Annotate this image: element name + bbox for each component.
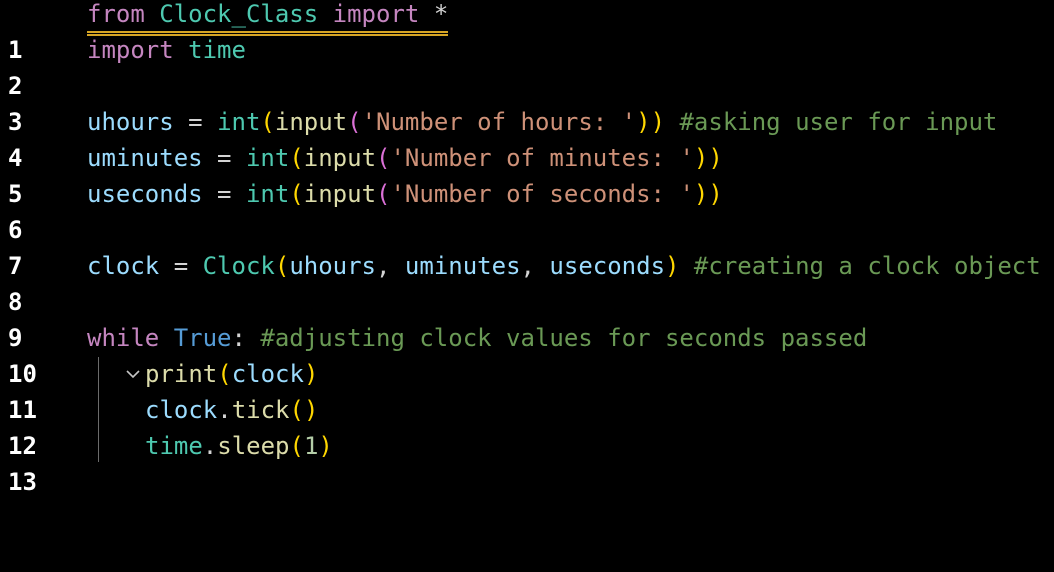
token-bracket: )) xyxy=(693,180,723,208)
token-bracket: ( xyxy=(376,180,391,208)
code-line[interactable]: 12 clock.tick() xyxy=(0,392,1054,460)
code-line[interactable]: 8 clock = Clock(uhours, uminutes, usecon… xyxy=(0,248,1054,316)
line-number[interactable]: 13 xyxy=(8,464,38,500)
token-function: print xyxy=(145,360,218,388)
token-variable: uhours xyxy=(87,108,174,136)
token-bracket: ( xyxy=(347,108,362,136)
token-variable: clock xyxy=(145,396,218,424)
token-module: time xyxy=(145,432,203,460)
token-builtin: int xyxy=(245,144,290,172)
token-function: input xyxy=(274,108,348,136)
token-operator: . xyxy=(217,396,232,424)
token-operator: , xyxy=(376,252,391,280)
token-bracket: ( xyxy=(289,432,304,460)
token-variable: uminutes xyxy=(87,144,203,172)
token-keyword: from xyxy=(87,0,145,28)
code-line[interactable]: 11 print(clock) xyxy=(0,356,1054,424)
token-operator: * xyxy=(433,0,449,28)
token-class: Clock xyxy=(202,252,275,280)
token-operator: = xyxy=(173,252,189,280)
token-operator: , xyxy=(520,252,535,280)
line-code[interactable]: uminutes = int(input('Number of minutes:… xyxy=(87,140,723,176)
token-string: 'Number of hours: ' xyxy=(361,108,637,136)
code-line[interactable]: 7 xyxy=(0,212,1054,280)
line-code[interactable]: clock.tick() xyxy=(145,392,318,428)
token-variable: useconds xyxy=(549,252,666,280)
token-bracket: )) xyxy=(636,108,666,136)
token-operator: . xyxy=(202,432,218,460)
code-line[interactable]: 2 import time xyxy=(0,32,1054,100)
token-keyword: import xyxy=(332,0,420,28)
line-code[interactable]: print(clock) xyxy=(145,356,318,392)
token-bracket: ( xyxy=(289,180,304,208)
code-line[interactable]: 1 from Clock_Class import * xyxy=(0,0,1054,64)
token-bracket: ) xyxy=(318,432,333,460)
token-bracket: ( xyxy=(274,252,290,280)
token-comment: #adjusting clock values for seconds pass… xyxy=(260,324,868,352)
code-line[interactable]: 10 while True: #adjusting clock values f… xyxy=(0,320,1054,388)
token-bracket: ) xyxy=(303,360,319,388)
code-editor[interactable]: 1 from Clock_Class import * 2 import tim… xyxy=(0,0,1054,496)
token-operator: = xyxy=(217,180,232,208)
token-bracket: ( xyxy=(260,108,275,136)
token-variable: useconds xyxy=(87,180,203,208)
token-function: sleep xyxy=(217,432,290,460)
token-function: tick xyxy=(231,396,290,424)
code-line[interactable]: 13 time.sleep(1) xyxy=(0,428,1054,496)
token-bracket: )) xyxy=(693,144,723,172)
code-line[interactable]: 4 uhours = int(input('Number of hours: '… xyxy=(0,104,1054,172)
line-code[interactable]: while True: #adjusting clock values for … xyxy=(87,320,867,356)
token-keyword: while xyxy=(87,324,160,352)
token-variable: uhours xyxy=(289,252,377,280)
token-string: 'Number of seconds: ' xyxy=(390,180,694,208)
token-function: input xyxy=(303,180,377,208)
token-string: 'Number of minutes: ' xyxy=(390,144,694,172)
token-comment: #asking user for input xyxy=(679,108,998,136)
token-builtin: int xyxy=(245,180,290,208)
token-keyword: import xyxy=(87,36,174,64)
code-line[interactable]: 9 xyxy=(0,284,1054,352)
line-code[interactable]: time.sleep(1) xyxy=(145,428,333,464)
chevron-down-icon[interactable] xyxy=(52,320,140,379)
line-code[interactable]: from Clock_Class import * xyxy=(87,0,448,32)
token-bracket: ) xyxy=(665,252,680,280)
token-module: Clock_Class xyxy=(159,0,319,28)
line-code[interactable]: uhours = int(input('Number of hours: '))… xyxy=(87,104,997,140)
token-boolean: True xyxy=(173,324,232,352)
token-module: time xyxy=(188,36,246,64)
token-bracket: ( xyxy=(217,360,232,388)
token-function: input xyxy=(303,144,377,172)
line-code[interactable]: import time xyxy=(87,32,246,68)
code-line[interactable]: 6 useconds = int(input('Number of second… xyxy=(0,176,1054,244)
token-operator: = xyxy=(188,108,203,136)
code-line[interactable]: 3 xyxy=(0,68,1054,136)
token-bracket: () xyxy=(289,396,319,424)
line-code[interactable]: useconds = int(input('Number of seconds:… xyxy=(87,176,723,212)
token-comment: #creating a clock object xyxy=(693,252,1041,280)
line-code[interactable]: clock = Clock(uhours, uminutes, useconds… xyxy=(87,248,1041,284)
token-bracket: ( xyxy=(376,144,391,172)
token-operator: : xyxy=(231,324,246,352)
token-builtin: int xyxy=(217,108,261,136)
token-number: 1 xyxy=(303,432,319,460)
token-variable: uminutes xyxy=(404,252,521,280)
token-operator: = xyxy=(217,144,232,172)
token-bracket: ( xyxy=(289,144,304,172)
token-variable: clock xyxy=(231,360,304,388)
code-line[interactable]: 5 uminutes = int(input('Number of minute… xyxy=(0,140,1054,208)
token-variable: clock xyxy=(87,252,160,280)
